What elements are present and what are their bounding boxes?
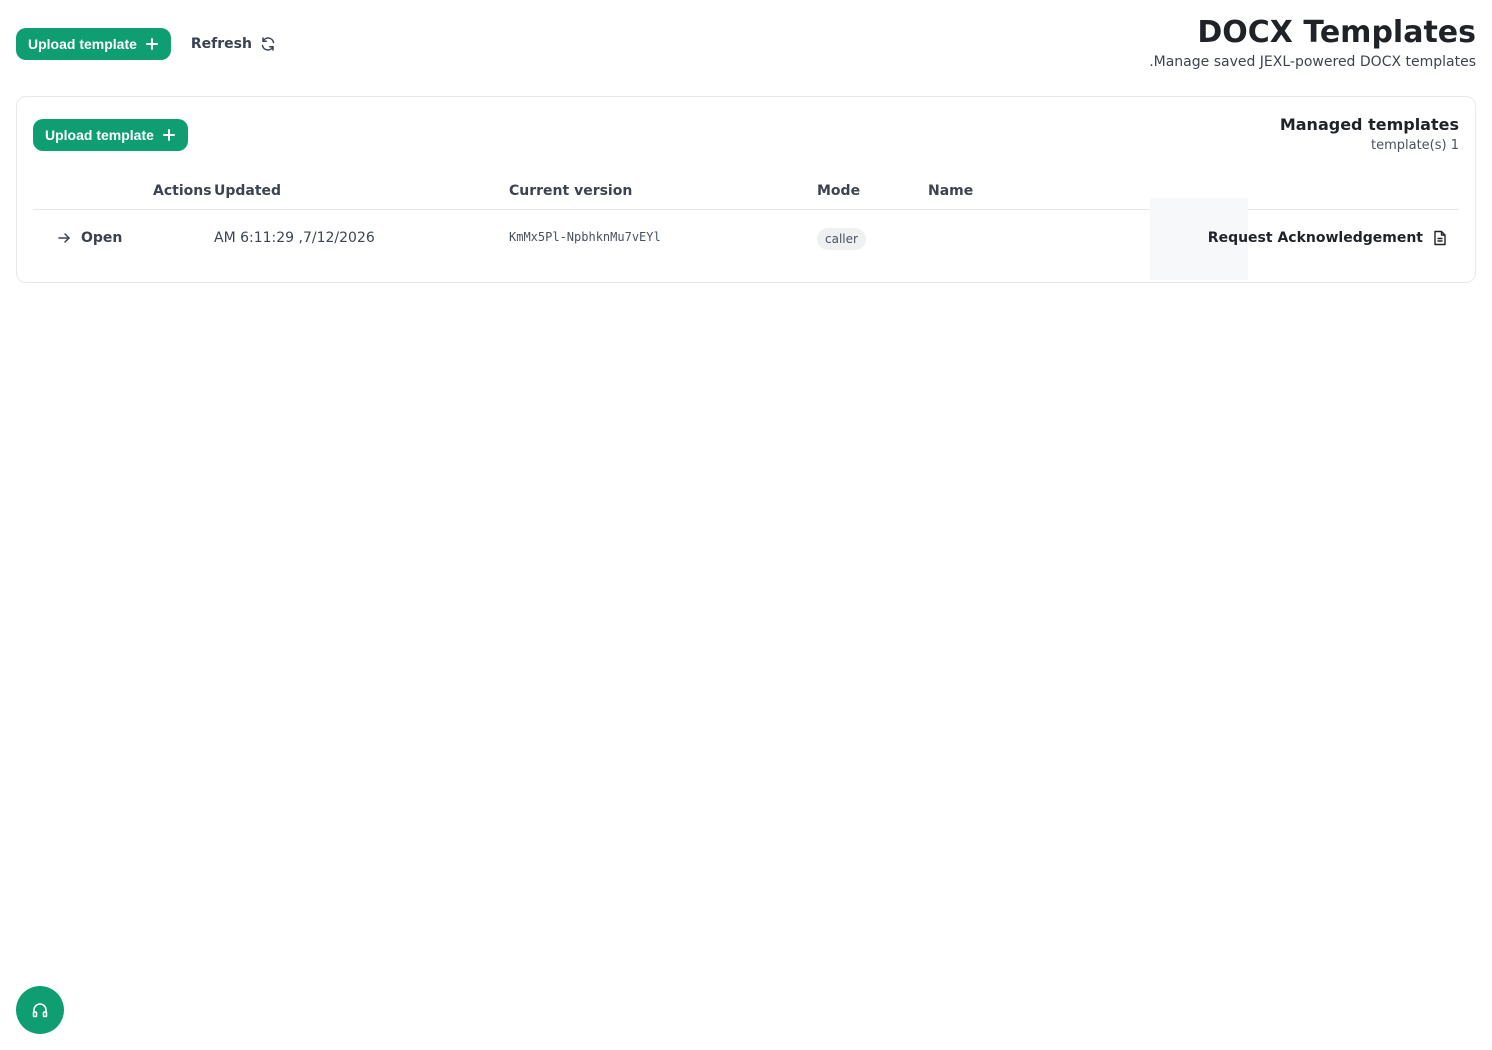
plus-icon (162, 128, 176, 142)
refresh-icon (261, 37, 275, 51)
arrow-right-icon (58, 233, 70, 243)
page-subtitle: .Manage saved JEXL-powered DOCX template… (1149, 54, 1476, 70)
card-heading: Managed templates template(s) 1 (1280, 115, 1459, 153)
card-upload-template-label: Upload template (45, 127, 154, 143)
updated-cell: AM 6:11:29 ,7/12/2026 (214, 230, 375, 246)
page-title: DOCX Templates (1197, 15, 1476, 50)
version-cell: KmMx5Pl-NpbhknMu7vEYl (509, 230, 661, 244)
mode-badge: caller (817, 228, 866, 250)
upload-template-label: Upload template (28, 36, 137, 52)
column-header-mode: Mode (817, 183, 861, 199)
document-icon (1434, 230, 1446, 246)
card-upload-template-button[interactable]: Upload template (33, 119, 188, 151)
top-toolbar: Upload template Refresh (16, 28, 276, 60)
open-template-link[interactable]: Open (57, 230, 122, 246)
templates-table: Actions Updated Current version Mode Nam… (33, 177, 1459, 280)
plus-icon (145, 37, 159, 51)
table-row: Open AM 6:11:29 ,7/12/2026 KmMx5Pl-Npbhk… (33, 198, 1459, 280)
column-header-name: Name (928, 183, 974, 199)
template-count: template(s) 1 (1370, 138, 1459, 153)
refresh-label: Refresh (190, 36, 252, 52)
open-label: Open (81, 230, 123, 246)
template-name-cell: Request Acknowledgement (1208, 230, 1447, 246)
column-header-version: Current version (509, 183, 633, 199)
template-name: Request Acknowledgement (1207, 230, 1423, 246)
headphones-icon (32, 1003, 48, 1018)
card-title: Managed templates (1279, 115, 1459, 134)
page-heading: DOCX Templates .Manage saved JEXL-powere… (1149, 14, 1476, 70)
upload-template-button[interactable]: Upload template (16, 28, 171, 60)
column-header-actions: Actions (153, 183, 212, 199)
support-button[interactable] (16, 986, 64, 1034)
column-header-updated: Updated (214, 183, 282, 199)
managed-templates-card: Upload template Managed templates templa… (16, 96, 1476, 283)
refresh-button[interactable]: Refresh (191, 28, 276, 60)
